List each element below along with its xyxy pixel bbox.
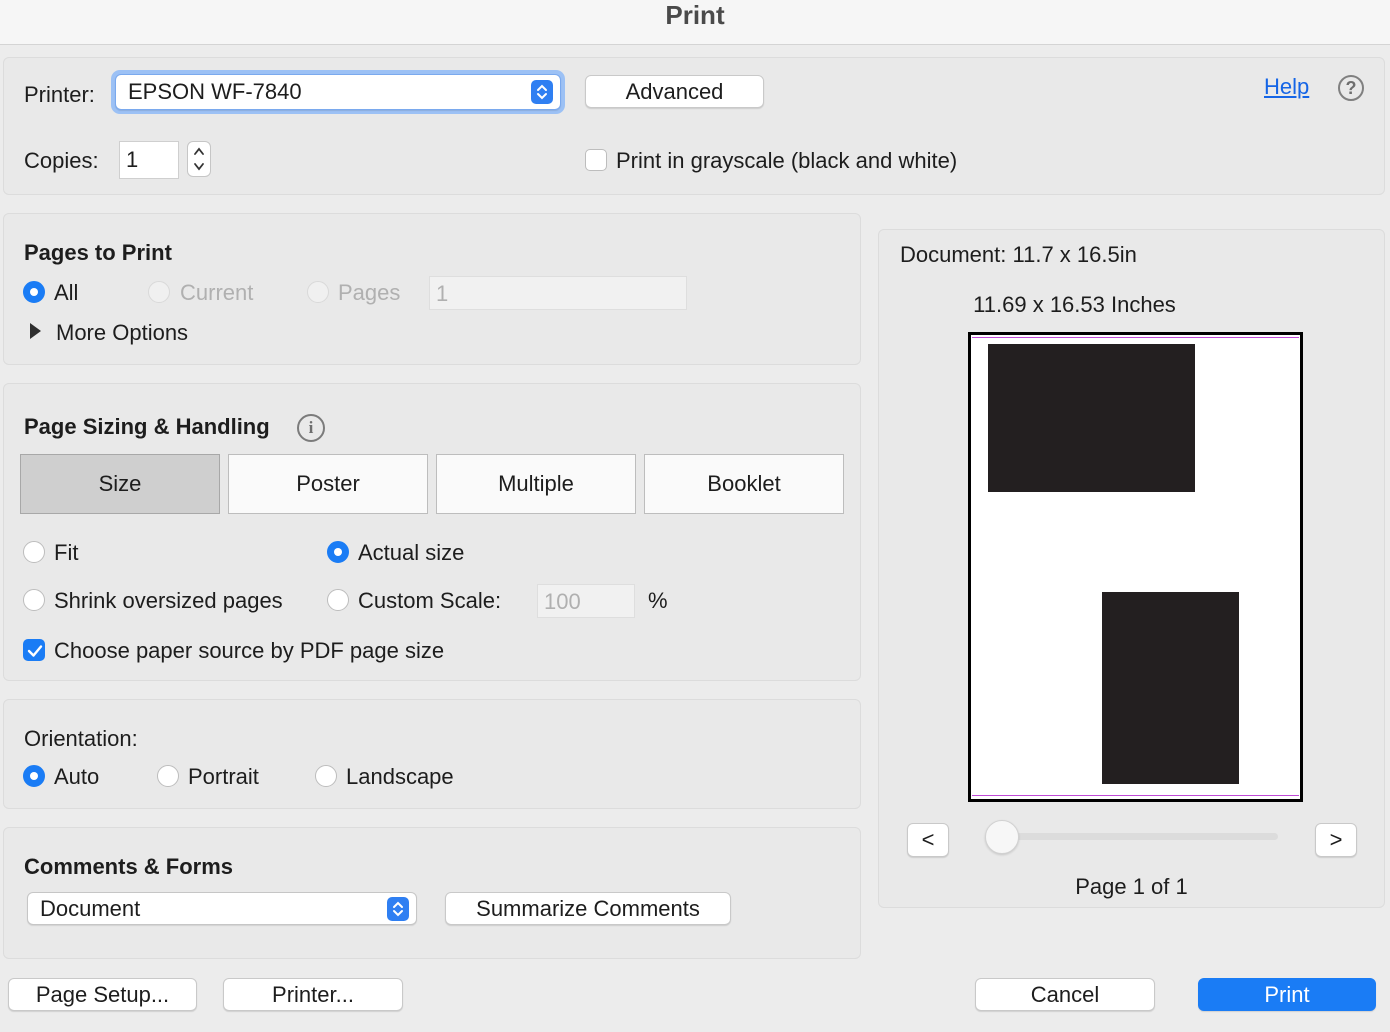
printer-label: Printer: [24,82,95,107]
page-range-radio [307,281,329,303]
orientation-portrait-radio[interactable] [157,765,179,787]
margin-line-bottom [972,795,1299,796]
summarize-comments-button[interactable]: Summarize Comments [445,892,731,925]
page-preview [968,332,1303,802]
fit-label: Fit [54,540,79,565]
current-page-radio [148,281,170,303]
help-icon[interactable]: ? [1338,75,1364,101]
shrink-oversized-label: Shrink oversized pages [54,588,283,613]
page-slider-thumb[interactable] [985,820,1019,854]
checkmark-icon [27,645,43,657]
document-size-label: Document: 11.7 x 16.5in [900,242,1137,267]
orientation-auto-radio[interactable] [23,765,45,787]
all-pages-label: All [54,280,79,305]
page-range-input: 1 [429,276,687,310]
help-link[interactable]: Help [1264,74,1309,100]
stepper-arrows-icon [194,147,204,171]
actual-size-label: Actual size [358,540,465,565]
printer-select[interactable]: EPSON WF-7840 [115,74,561,110]
cancel-button[interactable]: Cancel [975,978,1155,1011]
fit-radio[interactable] [23,541,45,563]
disclosure-triangle-icon[interactable] [30,323,41,339]
percent-label: % [648,588,668,613]
paper-source-label: Choose paper source by PDF page size [54,638,445,663]
paper-size-label: 11.69 x 16.53 Inches [973,292,1176,317]
comments-forms-heading: Comments & Forms [24,854,234,879]
margin-line-top [972,337,1299,338]
preview-block-bottom [1102,592,1239,784]
orientation-auto-label: Auto [54,764,100,789]
pages-to-print-heading: Pages to Print [24,240,172,265]
shrink-oversized-radio[interactable] [23,589,45,611]
actual-size-radio[interactable] [327,541,349,563]
info-icon[interactable]: i [297,414,325,442]
print-button[interactable]: Print [1198,978,1376,1011]
page-range-label: Pages [338,280,401,305]
printer-select-value: EPSON WF-7840 [128,79,302,104]
preview-block-top [988,344,1195,492]
chevron-updown-icon [387,896,409,921]
copies-input[interactable]: 1 [119,141,179,179]
comments-forms-select[interactable]: Document [27,892,417,925]
all-pages-radio[interactable] [23,281,45,303]
page-indicator: Page 1 of 1 [1075,874,1188,899]
orientation-landscape-label: Landscape [346,764,454,789]
orientation-label: Orientation: [24,726,138,751]
orientation-landscape-radio[interactable] [315,765,337,787]
orientation-panel [3,699,861,809]
custom-scale-radio[interactable] [327,589,349,611]
next-page-button[interactable]: > [1315,823,1357,857]
page-slider-track[interactable] [1001,833,1278,840]
more-options-label[interactable]: More Options [56,320,188,346]
copies-label: Copies: [24,148,99,173]
page-setup-button[interactable]: Page Setup... [8,978,197,1011]
copies-stepper[interactable] [187,141,211,177]
chevron-updown-icon [531,80,553,104]
current-page-label: Current [180,280,254,305]
orientation-portrait-label: Portrait [188,764,259,789]
window-title: Print [665,0,725,30]
tab-booklet[interactable]: Booklet [644,454,844,514]
paper-source-checkbox[interactable] [23,639,45,661]
previous-page-button[interactable]: < [907,823,949,857]
advanced-button[interactable]: Advanced [585,75,764,108]
tab-poster[interactable]: Poster [228,454,428,514]
printer-button[interactable]: Printer... [223,978,403,1011]
custom-scale-label: Custom Scale: [358,588,502,613]
grayscale-label: Print in grayscale (black and white) [616,148,958,173]
comments-forms-select-value: Document [40,896,141,921]
tab-multiple[interactable]: Multiple [436,454,636,514]
page-sizing-heading: Page Sizing & Handling [24,414,270,439]
custom-scale-input: 100 [537,584,635,618]
tab-size[interactable]: Size [20,454,220,514]
grayscale-checkbox[interactable] [585,149,607,171]
